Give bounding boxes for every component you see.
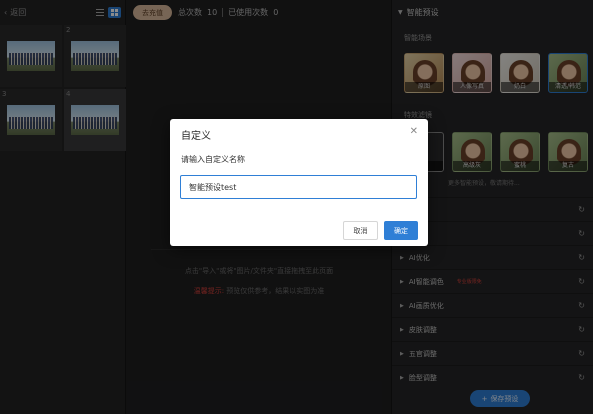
preset-name-input[interactable] [180, 175, 417, 199]
dialog-prompt: 请输入自定义名称 [181, 155, 245, 164]
confirm-button[interactable]: 确定 [384, 221, 418, 240]
dialog-title: 自定义 [181, 131, 211, 142]
custom-name-dialog: 自定义 ✕ 请输入自定义名称 取消 确定 [170, 119, 428, 246]
cancel-button[interactable]: 取消 [343, 221, 378, 240]
close-icon[interactable]: ✕ [410, 126, 418, 137]
